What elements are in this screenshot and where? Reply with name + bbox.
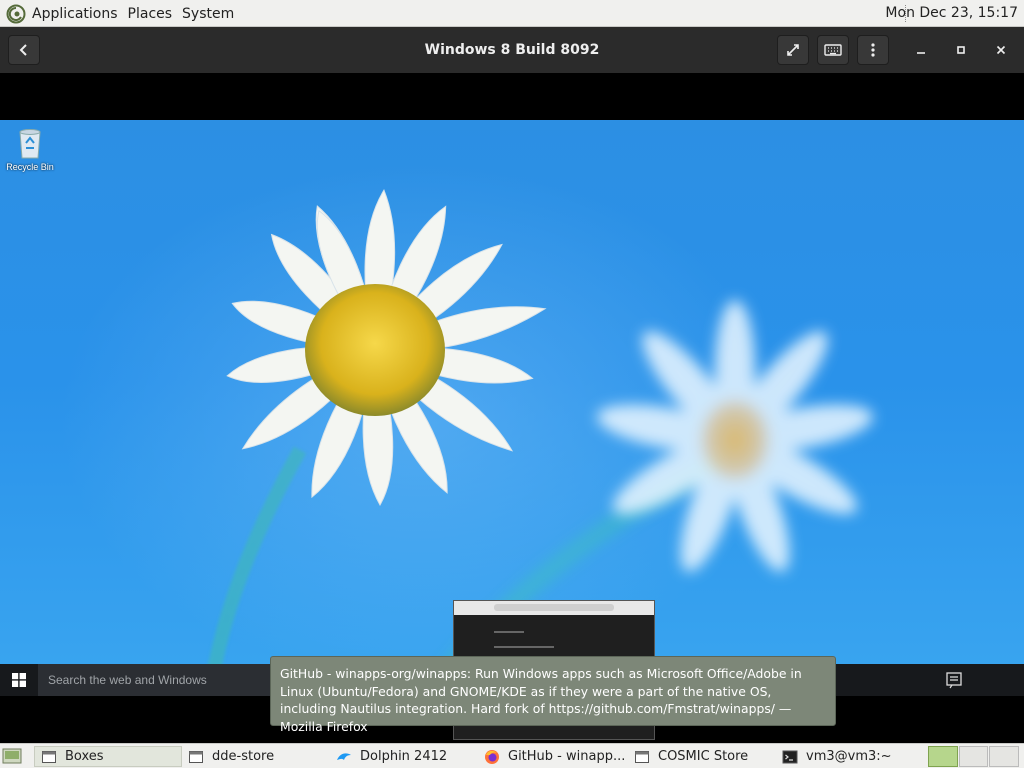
back-icon	[19, 44, 27, 56]
recycle-bin[interactable]: Recycle Bin	[4, 126, 56, 172]
task-dde-store[interactable]: dde-store	[182, 746, 328, 767]
task-cosmic-store[interactable]: COSMIC Store	[628, 746, 774, 767]
windows-start-button[interactable]	[0, 664, 38, 696]
maximize-icon	[957, 46, 965, 54]
close-button[interactable]	[986, 35, 1016, 65]
menu-icon	[871, 43, 875, 57]
close-icon	[996, 45, 1006, 55]
workspace-2[interactable]	[958, 746, 989, 767]
bottom-panel: Boxes dde-store Dolphin 2412 GitHub - wi…	[0, 743, 1024, 768]
task-label: vm3@vm3:~	[806, 749, 892, 764]
task-boxes[interactable]: Boxes	[34, 746, 182, 767]
recycle-bin-label: Recycle Bin	[6, 162, 54, 172]
window-icon	[189, 750, 203, 763]
vm-display[interactable]: Recycle Bin Search the web and Windows	[0, 73, 1024, 743]
show-desktop-icon[interactable]	[2, 747, 22, 765]
preview-line	[494, 646, 554, 648]
task-tooltip: GitHub - winapps-org/winapps: Run Window…	[270, 656, 836, 734]
workspace-1[interactable]	[928, 746, 958, 767]
applications-menu[interactable]: Applications	[32, 6, 118, 22]
task-label: COSMIC Store	[658, 749, 749, 764]
terminal-icon	[782, 750, 798, 763]
windows-search-box[interactable]: Search the web and Windows	[38, 664, 270, 696]
preview-url-bar	[494, 604, 614, 611]
keyboard-button[interactable]	[817, 35, 849, 65]
windows-logo-icon	[12, 673, 26, 687]
boxes-header-bar: Windows 8 Build 8092	[0, 27, 1024, 73]
places-menu[interactable]: Places	[128, 6, 173, 22]
maximize-button[interactable]	[946, 35, 976, 65]
fullscreen-icon	[787, 44, 799, 56]
top-panel: Applications Places System Mon Dec 23, 1…	[0, 0, 1024, 27]
fullscreen-button[interactable]	[777, 35, 809, 65]
notification-icon[interactable]	[942, 670, 966, 690]
task-label: Boxes	[65, 749, 104, 764]
minimize-button[interactable]	[906, 35, 936, 65]
window-icon	[635, 750, 649, 763]
minimize-icon	[917, 52, 925, 54]
back-button[interactable]	[8, 35, 40, 65]
task-terminal[interactable]: vm3@vm3:~	[776, 746, 922, 767]
firefox-icon	[485, 749, 499, 764]
workspace-switcher	[928, 746, 1020, 767]
task-label: GitHub - winapp...	[508, 749, 626, 764]
clock[interactable]: Mon Dec 23, 15:17	[885, 0, 1018, 27]
preview-line	[494, 631, 524, 633]
menu-button[interactable]	[857, 35, 889, 65]
window-icon	[42, 750, 56, 763]
task-label: Dolphin 2412	[360, 749, 448, 764]
system-menu[interactable]: System	[182, 6, 234, 22]
debian-logo-icon[interactable]	[6, 4, 26, 24]
task-dolphin[interactable]: Dolphin 2412	[330, 746, 476, 767]
dolphin-icon	[337, 752, 351, 760]
recycle-bin-icon	[19, 129, 41, 159]
task-firefox-github[interactable]: GitHub - winapp...	[478, 746, 626, 767]
keyboard-icon	[824, 44, 842, 56]
task-label: dde-store	[212, 749, 275, 764]
workspace-3[interactable]	[989, 746, 1020, 767]
